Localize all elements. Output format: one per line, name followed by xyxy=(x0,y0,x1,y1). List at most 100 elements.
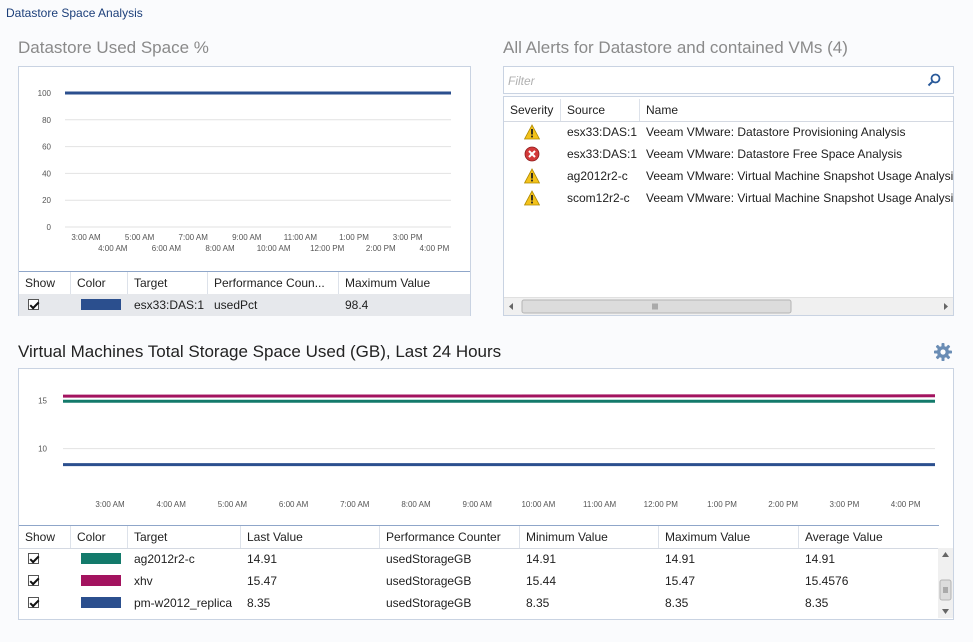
color-swatch[interactable] xyxy=(81,597,121,608)
col-show[interactable]: Show xyxy=(19,272,71,294)
scroll-down-arrow-icon[interactable] xyxy=(942,609,949,614)
show-checkbox[interactable] xyxy=(28,299,39,310)
alert-source: esx33:DAS:1 xyxy=(567,147,638,161)
x-tick-label: 8:00 AM xyxy=(205,244,235,253)
show-checkbox[interactable] xyxy=(28,553,39,564)
col-performance-counter[interactable]: Performance Coun... xyxy=(208,272,339,294)
x-tick-label: 2:00 PM xyxy=(366,244,396,253)
counter-cell: usedPct xyxy=(214,298,258,312)
color-swatch[interactable] xyxy=(81,575,121,586)
y-tick-label: 20 xyxy=(42,196,51,205)
min-cell: 8.35 xyxy=(526,596,550,610)
x-tick-label: 3:00 AM xyxy=(95,500,125,509)
target-cell: ag2012r2-c xyxy=(134,552,195,566)
alerts-horizontal-scrollbar[interactable] xyxy=(504,297,953,315)
alert-source: ag2012r2-c xyxy=(567,169,628,183)
vm-table-vertical-scrollbar[interactable] xyxy=(938,548,953,618)
target-cell: pm-w2012_replica xyxy=(134,596,233,610)
x-tick-label: 1:00 PM xyxy=(339,233,369,242)
warning-icon xyxy=(524,124,540,140)
target-cell: esx33:DAS:1 xyxy=(134,298,205,312)
last-value-cell: 8.35 xyxy=(247,596,271,610)
legend-header: Show Color Target Last Value Performance… xyxy=(19,525,939,549)
critical-icon xyxy=(524,146,540,162)
col-severity[interactable]: Severity xyxy=(504,99,561,121)
col-show[interactable]: Show xyxy=(19,526,71,548)
min-cell: 15.44 xyxy=(526,574,557,588)
col-target[interactable]: Target xyxy=(128,272,208,294)
alerts-header: Severity Source Name xyxy=(504,99,953,122)
x-tick-label: 7:00 AM xyxy=(340,500,370,509)
warning-icon xyxy=(524,168,540,184)
last-value-cell: 14.91 xyxy=(247,552,278,566)
last-value-cell: 15.47 xyxy=(247,574,278,588)
col-color[interactable]: Color xyxy=(71,526,128,548)
col-average-value[interactable]: Average Value xyxy=(799,526,939,548)
col-target[interactable]: Target xyxy=(128,526,241,548)
alert-name: Veeam VMware: Datastore Provisioning Ana… xyxy=(646,125,906,139)
color-cell xyxy=(71,294,128,316)
x-tick-label: 1:00 PM xyxy=(707,500,737,509)
x-tick-label: 10:00 AM xyxy=(521,500,555,509)
col-color[interactable]: Color xyxy=(71,272,128,294)
x-tick-label: 4:00 PM xyxy=(420,244,450,253)
max-cell: 98.4 xyxy=(345,298,369,312)
col-source[interactable]: Source xyxy=(561,99,640,121)
col-performance-counter[interactable]: Performance Counter xyxy=(380,526,520,548)
alert-row[interactable]: esx33:DAS:1 Veeam VMware: Datastore Free… xyxy=(504,143,953,165)
alert-name: Veeam VMware: Datastore Free Space Analy… xyxy=(646,147,903,161)
x-tick-label: 10:00 AM xyxy=(257,244,291,253)
table-row[interactable]: pm-w2012_replica 8.35 usedStorageGB 8.35… xyxy=(19,592,939,614)
alert-name: Veeam VMware: Virtual Machine Snapshot U… xyxy=(646,191,953,205)
show-checkbox[interactable] xyxy=(28,597,39,608)
used-space-chart: 100 80 60 40 20 0 3:00 AM 5:00 AM 7:00 AM 9:00 AM… xyxy=(38,89,451,253)
x-tick-label: 9:00 AM xyxy=(232,233,262,242)
col-maximum-value[interactable]: Maximum Value xyxy=(659,526,799,548)
avg-cell: 15.4576 xyxy=(805,574,849,588)
scroll-up-arrow-icon[interactable] xyxy=(942,552,949,557)
col-last-value[interactable]: Last Value xyxy=(241,526,380,548)
col-minimum-value[interactable]: Minimum Value xyxy=(520,526,659,548)
table-row[interactable]: xhv 15.47 usedStorageGB 15.44 15.47 15.4… xyxy=(19,570,939,592)
col-name[interactable]: Name xyxy=(640,99,953,121)
color-swatch[interactable] xyxy=(81,553,121,564)
filter-input[interactable] xyxy=(506,71,910,91)
x-tick-label: 9:00 AM xyxy=(463,500,493,509)
x-tick-label: 6:00 AM xyxy=(152,244,182,253)
color-swatch[interactable] xyxy=(81,299,121,310)
vm-storage-chart: 15 10 3:00 AM 4:00 AM 5:00 AM 6:00 AM 7:00 AM 8… xyxy=(38,394,936,509)
y-tick-label: 10 xyxy=(38,445,47,454)
show-checkbox[interactable] xyxy=(28,575,39,586)
counter-cell: usedStorageGB xyxy=(386,596,472,610)
y-tick-label: 40 xyxy=(42,169,51,178)
alerts-title: All Alerts for Datastore and contained V… xyxy=(503,38,848,57)
x-tick-label: 5:00 AM xyxy=(218,500,248,509)
alerts-list: Severity Source Name esx33:DAS:1 Veeam V… xyxy=(503,96,954,316)
max-cell: 15.47 xyxy=(665,574,696,588)
gear-icon[interactable] xyxy=(933,342,953,362)
x-tick-label: 5:00 AM xyxy=(125,233,155,242)
y-tick-label: 15 xyxy=(38,396,47,405)
alert-row[interactable]: ag2012r2-c Veeam VMware: Virtual Machine… xyxy=(504,165,953,187)
scroll-right-arrow-icon[interactable] xyxy=(944,303,948,310)
avg-cell: 14.91 xyxy=(805,552,836,566)
col-maximum-value[interactable]: Maximum Value xyxy=(339,272,470,294)
x-tick-label: 3:00 AM xyxy=(71,233,101,242)
y-tick-label: 100 xyxy=(38,89,52,98)
alert-name: Veeam VMware: Virtual Machine Snapshot U… xyxy=(646,169,953,183)
x-tick-label: 4:00 AM xyxy=(157,500,187,509)
scroll-left-arrow-icon[interactable] xyxy=(509,303,513,310)
alert-source: esx33:DAS:1 xyxy=(567,125,638,139)
x-tick-label: 12:00 PM xyxy=(310,244,345,253)
used-space-title: Datastore Used Space % xyxy=(18,38,209,57)
search-icon[interactable] xyxy=(927,73,941,87)
alert-row[interactable]: esx33:DAS:1 Veeam VMware: Datastore Prov… xyxy=(504,121,953,143)
show-cell xyxy=(19,294,71,316)
table-row[interactable]: ag2012r2-c 14.91 usedStorageGB 14.91 14.… xyxy=(19,548,939,570)
table-row[interactable]: esx33:DAS:1 usedPct 98.4 xyxy=(19,294,470,316)
vm-storage-legend-table: Show Color Target Last Value Performance… xyxy=(19,525,939,619)
vm-storage-title: Virtual Machines Total Storage Space Use… xyxy=(18,342,502,361)
alert-row[interactable]: scom12r2-c Veeam VMware: Virtual Machine… xyxy=(504,187,953,209)
max-cell: 8.35 xyxy=(665,596,689,610)
counter-cell: usedStorageGB xyxy=(386,552,472,566)
